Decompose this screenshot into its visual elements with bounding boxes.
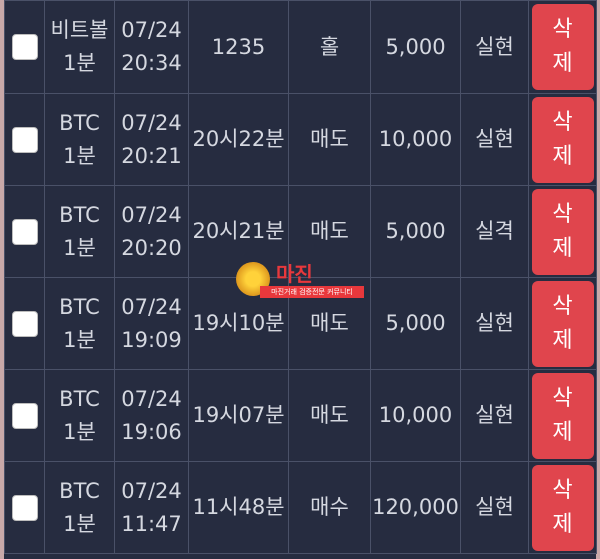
game-cell: BTC 1분 <box>44 185 115 278</box>
delete-button[interactable]: 삭제 <box>531 4 594 90</box>
pick-cell: 매도 <box>288 93 371 186</box>
row-checkbox[interactable] <box>11 402 38 429</box>
round-cell: 20시22분 <box>188 93 289 186</box>
pick-cell: 매도 <box>288 369 371 462</box>
datetime-cell: 07/24 19:06 <box>114 369 189 462</box>
table-row: BTC 1분 07/24 11:47 11시48분 매수 120,000 실현 삭제 <box>4 461 597 554</box>
table-row: BTC 1분 07/24 20:20 20시21분 매도 5,000 실격 삭제 <box>4 185 597 278</box>
row-checkbox[interactable] <box>11 310 38 337</box>
game-cell: BTC 1분 <box>44 461 115 554</box>
delete-button[interactable]: 삭제 <box>531 188 594 275</box>
result-cell: 실현 <box>460 0 529 94</box>
row-checkbox[interactable] <box>11 494 38 521</box>
result-cell: 실현 <box>460 277 529 370</box>
row-checkbox[interactable] <box>11 126 38 153</box>
result-cell: 실격 <box>460 185 529 278</box>
pick-cell: 매도 <box>288 277 371 370</box>
amount-cell: 10,000 <box>370 93 461 186</box>
game-cell: BTC 1분 <box>44 369 115 462</box>
datetime-cell: 07/24 20:21 <box>114 93 189 186</box>
datetime-cell: 07/24 20:34 <box>114 0 189 94</box>
pick-cell: 매수 <box>288 461 371 554</box>
table-row: BTC 1분 07/24 20:21 20시22분 매도 10,000 실현 삭제 <box>4 93 597 186</box>
game-cell: BTC 1분 <box>44 93 115 186</box>
table-row: BTC 1분 07/24 19:06 19시07분 매도 10,000 실현 삭제 <box>4 369 597 462</box>
pick-cell: 홀 <box>288 0 371 94</box>
game-cell: 비트볼 1분 <box>44 0 115 94</box>
delete-button[interactable]: 삭제 <box>531 372 594 459</box>
amount-cell: 5,000 <box>370 185 461 278</box>
pick-cell: 매도 <box>288 185 371 278</box>
game-cell: BTC 1분 <box>44 277 115 370</box>
bet-history-table: 비트볼 1분 07/24 20:34 1235 홀 5,000 실현 삭제 BTC 1… <box>4 0 597 554</box>
datetime-cell: 07/24 11:47 <box>114 461 189 554</box>
amount-cell: 120,000 <box>370 461 461 554</box>
delete-button[interactable]: 삭제 <box>531 464 594 551</box>
result-cell: 실현 <box>460 369 529 462</box>
round-cell: 11시48분 <box>188 461 289 554</box>
row-checkbox[interactable] <box>11 34 38 60</box>
result-cell: 실현 <box>460 461 529 554</box>
round-cell: 1235 <box>188 0 289 94</box>
round-cell: 19시07분 <box>188 369 289 462</box>
amount-cell: 5,000 <box>370 0 461 94</box>
table-row: BTC 1분 07/24 19:09 19시10분 매도 5,000 실현 삭제 <box>4 277 597 370</box>
round-cell: 19시10분 <box>188 277 289 370</box>
round-cell: 20시21분 <box>188 185 289 278</box>
delete-button[interactable]: 삭제 <box>531 280 594 367</box>
amount-cell: 5,000 <box>370 277 461 370</box>
datetime-cell: 07/24 20:20 <box>114 185 189 278</box>
amount-cell: 10,000 <box>370 369 461 462</box>
delete-button[interactable]: 삭제 <box>531 96 594 183</box>
row-checkbox[interactable] <box>11 218 38 245</box>
table-row: 비트볼 1분 07/24 20:34 1235 홀 5,000 실현 삭제 <box>4 0 597 94</box>
result-cell: 실현 <box>460 93 529 186</box>
datetime-cell: 07/24 19:09 <box>114 277 189 370</box>
